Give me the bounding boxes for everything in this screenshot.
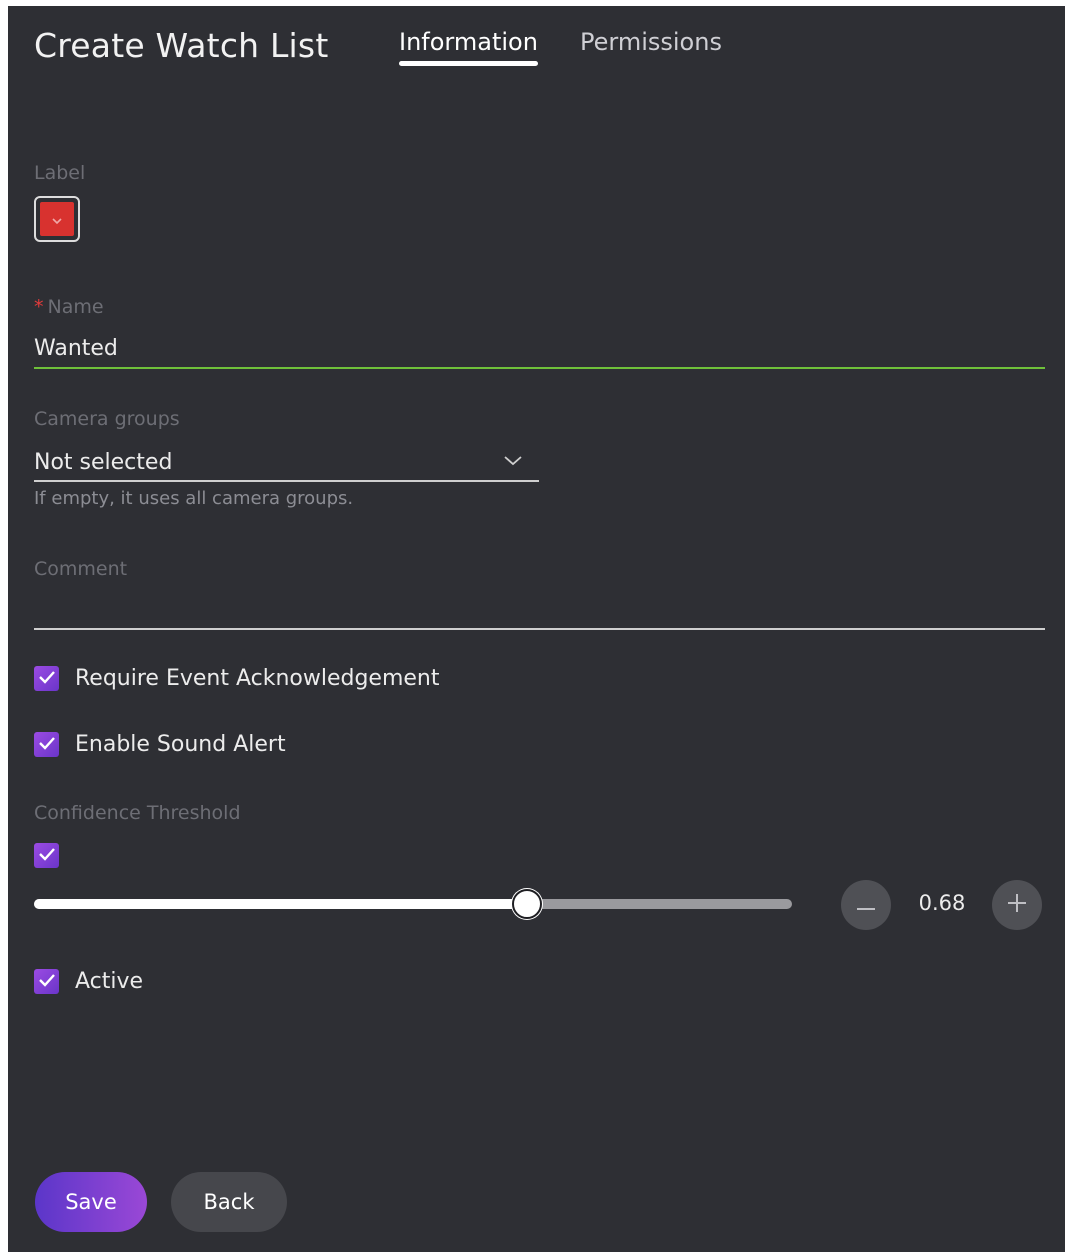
checkmark-icon [38, 669, 56, 688]
active-tab-indicator [399, 61, 538, 66]
save-button[interactable]: Save [35, 1172, 147, 1232]
require-ack-checkbox[interactable] [34, 666, 59, 691]
create-watch-list-panel: Create Watch List Information Permission… [8, 6, 1065, 1252]
confidence-slider-fill [34, 899, 527, 909]
label-field-label: Label [34, 162, 86, 184]
tab-permissions[interactable]: Permissions [580, 28, 722, 56]
active-label: Active [75, 969, 144, 994]
chevron-down-icon [503, 452, 523, 471]
tab-permissions-label: Permissions [580, 28, 722, 56]
confidence-threshold-toggle-row[interactable] [34, 843, 59, 868]
comment-input-underline [34, 628, 1045, 630]
active-checkbox-row[interactable]: Active [34, 969, 143, 994]
plus-icon [1008, 894, 1026, 916]
sound-alert-checkbox[interactable] [34, 732, 59, 757]
confidence-slider[interactable] [34, 889, 792, 919]
comment-input[interactable] [34, 588, 1045, 626]
confidence-threshold-checkbox[interactable] [34, 843, 59, 868]
decrement-button[interactable] [841, 880, 891, 930]
checkmark-icon [38, 735, 56, 754]
sound-alert-checkbox-row[interactable]: Enable Sound Alert [34, 732, 286, 757]
chevron-down-icon [51, 210, 63, 229]
name-input[interactable]: Wanted [34, 336, 118, 361]
tab-information[interactable]: Information [399, 28, 538, 66]
required-marker: * [34, 296, 44, 318]
back-button[interactable]: Back [171, 1172, 287, 1232]
name-field-label: * Name [34, 296, 104, 318]
comment-label: Comment [34, 558, 128, 580]
require-ack-label: Require Event Acknowledgement [75, 666, 440, 691]
label-color-swatch [40, 202, 74, 236]
label-color-picker[interactable] [34, 196, 80, 242]
name-input-underline [34, 367, 1045, 369]
confidence-slider-handle[interactable] [511, 889, 542, 919]
page-title: Create Watch List [34, 26, 329, 65]
confidence-value: 0.68 [918, 891, 966, 915]
name-label-text: Name [47, 296, 104, 318]
camera-groups-select[interactable]: Not selected [34, 446, 539, 482]
confidence-threshold-label: Confidence Threshold [34, 802, 241, 824]
active-checkbox[interactable] [34, 969, 59, 994]
tab-information-label: Information [399, 28, 538, 56]
require-ack-checkbox-row[interactable]: Require Event Acknowledgement [34, 666, 440, 691]
checkmark-icon [38, 972, 56, 991]
camera-groups-label: Camera groups [34, 408, 180, 430]
increment-button[interactable] [992, 880, 1042, 930]
checkmark-icon [38, 846, 56, 865]
camera-groups-hint: If empty, it uses all camera groups. [34, 488, 354, 509]
sound-alert-label: Enable Sound Alert [75, 732, 286, 757]
minus-icon [857, 896, 875, 915]
camera-groups-value: Not selected [34, 450, 173, 475]
